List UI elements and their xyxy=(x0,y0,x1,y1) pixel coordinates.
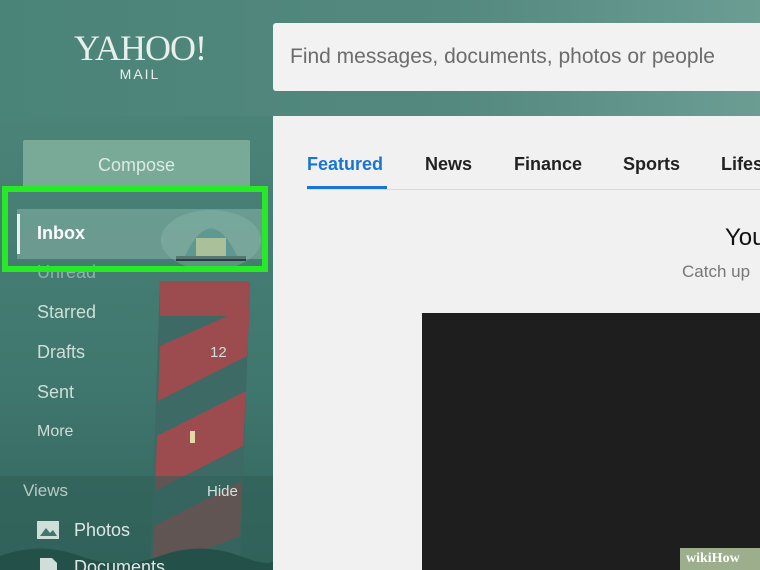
inbox-highlight-box xyxy=(2,186,268,272)
sidebar-item-more[interactable]: More xyxy=(37,423,73,441)
tab-lifestyle[interactable]: Lifes xyxy=(721,154,760,175)
main-content: Featured News Finance Sports Lifes You C… xyxy=(273,116,760,570)
featured-video[interactable] xyxy=(422,313,760,570)
category-tabs: Featured News Finance Sports Lifes xyxy=(273,116,760,190)
views-section-title: Views xyxy=(23,481,69,500)
views-item-photos[interactable]: Photos xyxy=(74,520,130,541)
drafts-count-badge: 12 xyxy=(210,344,227,361)
photo-icon xyxy=(37,521,59,539)
views-item-documents[interactable]: Documents xyxy=(74,557,165,570)
yahoo-mail-logo[interactable]: YAHOO! MAIL xyxy=(60,30,220,82)
tabs-divider xyxy=(307,189,760,190)
hero-subtitle: Catch up xyxy=(682,262,751,281)
logo-subtitle: MAIL xyxy=(119,66,161,82)
compose-button[interactable]: Compose xyxy=(23,140,250,190)
sidebar-item-starred[interactable]: Starred xyxy=(37,302,96,323)
wikihow-watermark: wikiHow xyxy=(680,548,760,570)
logo-wordmark: YAHOO! xyxy=(74,28,207,68)
sidebar-item-drafts[interactable]: Drafts xyxy=(37,342,85,363)
tab-finance[interactable]: Finance xyxy=(514,154,582,175)
sidebar: Compose Unread Starred Drafts 12 Sent Mo… xyxy=(0,116,273,570)
search-input[interactable] xyxy=(273,23,760,91)
hero-title: You xyxy=(725,224,760,251)
sidebar-item-sent[interactable]: Sent xyxy=(37,382,74,403)
tab-featured[interactable]: Featured xyxy=(307,154,383,175)
top-bar: YAHOO! MAIL xyxy=(0,0,760,116)
tab-news[interactable]: News xyxy=(425,154,472,175)
document-icon xyxy=(40,558,57,570)
views-hide-link[interactable]: Hide xyxy=(207,483,238,500)
tab-sports[interactable]: Sports xyxy=(623,154,680,175)
